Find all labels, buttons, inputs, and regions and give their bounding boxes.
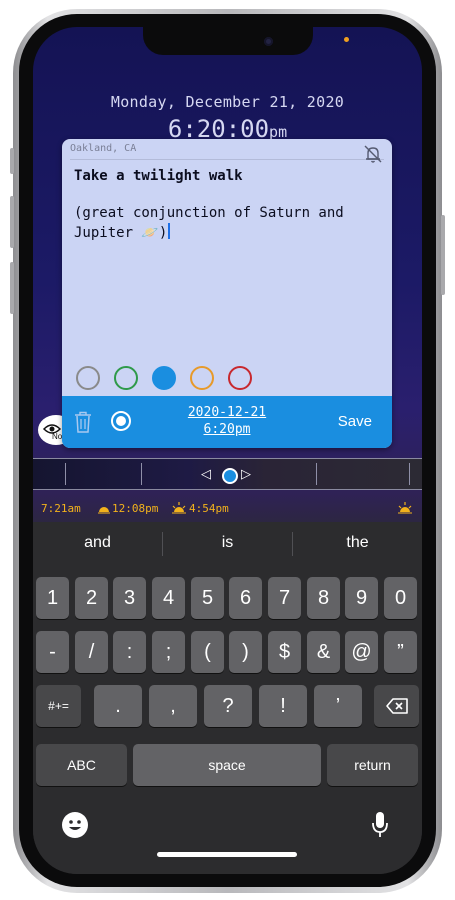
swatch-blue[interactable]	[152, 366, 176, 390]
key-6[interactable]: 6	[229, 577, 262, 619]
key-slash[interactable]: /	[75, 631, 108, 673]
card-divider	[70, 159, 384, 160]
notch	[143, 27, 313, 55]
complete-toggle[interactable]	[111, 411, 131, 431]
space-key[interactable]: space	[133, 744, 321, 786]
timeline-tick	[316, 463, 317, 485]
key-colon[interactable]: :	[113, 631, 146, 673]
timeline-forward-arrow[interactable]: ▷	[241, 466, 251, 482]
microphone-icon[interactable]	[370, 810, 390, 840]
key-question[interactable]: ?	[204, 685, 252, 727]
timeline-back-arrow[interactable]: ◁	[201, 466, 211, 482]
key-hyphen[interactable]: -	[36, 631, 69, 673]
prediction-and[interactable]: and	[33, 534, 162, 552]
key-open-paren[interactable]: (	[191, 631, 224, 673]
note-title[interactable]: Take a twilight walk	[74, 168, 384, 184]
key-dollar[interactable]: $	[268, 631, 301, 673]
swatch-red[interactable]	[228, 366, 252, 390]
key-exclamation[interactable]: !	[259, 685, 307, 727]
timeline-tick	[141, 463, 142, 485]
key-2[interactable]: 2	[75, 577, 108, 619]
sunset-time: 4:54pm	[189, 502, 229, 515]
header-date: Monday, December 21, 2020	[110, 93, 345, 111]
backspace-icon	[385, 698, 408, 714]
volume-up-button	[10, 196, 14, 248]
prediction-is[interactable]: is	[163, 534, 292, 552]
key-9[interactable]: 9	[345, 577, 378, 619]
note-body-line: (great conjunction of Saturn and	[74, 205, 344, 221]
power-button	[441, 215, 445, 295]
timeline-scrubber[interactable]	[222, 468, 238, 484]
emoji-icon[interactable]	[61, 811, 89, 839]
trash-icon[interactable]	[73, 410, 93, 434]
key-period[interactable]: .	[94, 685, 142, 727]
note-body-line: Jupiter 🪐)	[74, 223, 384, 243]
sunset-icon	[172, 502, 186, 514]
key-ampersand[interactable]: &	[307, 631, 340, 673]
swatch-orange[interactable]	[190, 366, 214, 390]
swatch-gray[interactable]	[76, 366, 100, 390]
action-button	[10, 148, 14, 174]
timeline-tick	[409, 463, 410, 485]
location-label: Oakland, CA	[70, 143, 137, 154]
alarm-off-icon[interactable]	[362, 143, 384, 165]
key-1[interactable]: 1	[36, 577, 69, 619]
symbols-toggle-key[interactable]: #+=	[36, 685, 81, 727]
key-apostrophe[interactable]: ’	[314, 685, 362, 727]
key-0[interactable]: 0	[384, 577, 417, 619]
solar-noon-time: 12:08pm	[112, 502, 159, 515]
key-7[interactable]: 7	[268, 577, 301, 619]
card-action-bar: 2020-12-21 6:20pm Save	[62, 396, 392, 448]
date-time-link[interactable]: 2020-12-21 6:20pm	[162, 404, 292, 438]
save-button[interactable]: Save	[338, 413, 372, 430]
solar-noon-icon	[98, 507, 110, 514]
time-value: 6:20pm	[203, 422, 251, 437]
text-caret	[168, 223, 171, 239]
key-semicolon[interactable]: ;	[152, 631, 185, 673]
note-body[interactable]: (great conjunction of Saturn and Jupiter…	[74, 204, 384, 243]
timeline-tick	[65, 463, 66, 485]
prediction-the[interactable]: the	[293, 534, 422, 552]
key-5[interactable]: 5	[191, 577, 224, 619]
sunrise-time: 7:21am	[41, 502, 81, 515]
swatch-green[interactable]	[114, 366, 138, 390]
home-indicator[interactable]	[157, 852, 297, 857]
date-value: 2020-12-21	[187, 405, 267, 420]
key-3[interactable]: 3	[113, 577, 146, 619]
key-comma[interactable]: ,	[149, 685, 197, 727]
return-key[interactable]: return	[327, 744, 418, 786]
visibility-badge-label: No	[52, 432, 63, 441]
note-editor[interactable]: Take a twilight walk (great conjunction …	[74, 168, 384, 243]
privacy-indicator-icon	[344, 37, 349, 42]
predictive-bar: and is the	[33, 522, 422, 566]
twilight-end-icon	[398, 502, 412, 514]
note-card: Oakland, CA Take a twilight walk (great …	[62, 139, 392, 448]
delete-key[interactable]	[374, 685, 419, 727]
volume-down-button	[10, 262, 14, 314]
day-timeline[interactable]: ◁ ▷	[33, 458, 422, 490]
screen: Monday, December 21, 2020 6:20:00pm No O…	[33, 27, 422, 874]
keyboard: and is the 1 2 3 4 5 6 7 8 9 0 - / : ; (…	[33, 522, 422, 874]
camera-icon	[264, 37, 273, 46]
key-8[interactable]: 8	[307, 577, 340, 619]
key-4[interactable]: 4	[152, 577, 185, 619]
key-at[interactable]: @	[345, 631, 378, 673]
key-close-paren[interactable]: )	[229, 631, 262, 673]
sun-events: 7:21am 12:08pm 4:54pm	[33, 499, 422, 521]
key-quote[interactable]: ”	[384, 631, 417, 673]
abc-key[interactable]: ABC	[36, 744, 127, 786]
